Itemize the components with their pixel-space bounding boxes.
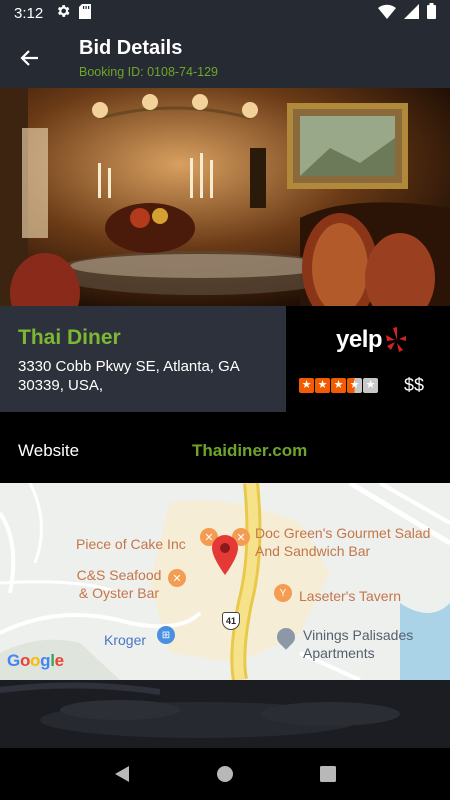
route-shield: 41 bbox=[222, 612, 240, 630]
back-button[interactable] bbox=[14, 42, 46, 74]
wifi-icon bbox=[378, 4, 396, 23]
battery-icon bbox=[427, 3, 436, 23]
selected-location-pin-icon[interactable] bbox=[212, 535, 238, 575]
map-label-piece-of-cake: Piece of Cake Inc bbox=[76, 536, 186, 552]
yelp-wordmark: yelp bbox=[336, 326, 383, 353]
background-photo-strip bbox=[0, 680, 450, 748]
status-bar: 3:12 bbox=[0, 0, 450, 26]
bar-marker-icon[interactable]: Y bbox=[274, 584, 292, 602]
back-arrow-icon bbox=[20, 50, 38, 66]
yelp-star-rating: ★ ★ ★ ★ ★ bbox=[299, 378, 378, 393]
nav-recents-button[interactable] bbox=[313, 759, 343, 789]
sd-card-icon bbox=[79, 3, 92, 23]
square-recents-icon bbox=[320, 766, 337, 782]
map-label-lasters-tavern: Laseter's Tavern bbox=[299, 588, 402, 604]
yelp-logo[interactable]: yelp bbox=[336, 326, 407, 354]
google-logo: Google bbox=[7, 651, 64, 670]
nav-home-button[interactable] bbox=[210, 759, 240, 789]
star-icon: ★ bbox=[299, 378, 314, 393]
map-label-doc-greens: Doc Green's Gourmet Salad And Sandwich B… bbox=[255, 525, 431, 559]
map-label-kroger: Kroger bbox=[104, 632, 147, 648]
location-map[interactable]: ✕ ✕ ✕ Y ⊞ 41 Piece of Cake Inc Doc Green… bbox=[0, 483, 450, 680]
star-icon: ★ bbox=[331, 378, 346, 393]
settings-icon bbox=[55, 3, 71, 23]
website-row: Website Thaidiner.com bbox=[0, 412, 450, 483]
system-navigation-bar bbox=[0, 748, 450, 800]
status-time: 3:12 bbox=[14, 4, 44, 22]
venue-address: 3330 Cobb Pkwy SE, Atlanta, GA 30339, US… bbox=[18, 358, 239, 394]
restaurant-marker-icon[interactable]: ✕ bbox=[168, 569, 186, 587]
page-title: Bid Details bbox=[79, 37, 183, 59]
circle-home-icon bbox=[216, 766, 233, 782]
triangle-back-icon bbox=[114, 766, 129, 782]
shopping-cart-icon[interactable]: ⊞ bbox=[157, 626, 175, 644]
venue-photo bbox=[0, 88, 450, 306]
signal-icon bbox=[404, 3, 419, 23]
empty-star-icon: ★ bbox=[363, 378, 378, 393]
venue-rating-card: yelp ★ ★ ★ ★ ★ $$ bbox=[286, 306, 450, 412]
website-label: Website bbox=[18, 441, 80, 460]
website-link[interactable]: Thaidiner.com bbox=[192, 441, 307, 461]
booking-id: Booking ID: 0108-74-129 bbox=[79, 65, 218, 79]
yelp-burst-icon bbox=[386, 327, 407, 352]
price-level: $$ bbox=[404, 375, 425, 395]
app-bar: Bid Details Booking ID: 0108-74-129 bbox=[0, 26, 450, 88]
nav-back-button[interactable] bbox=[107, 759, 137, 789]
half-star-icon: ★ bbox=[347, 378, 362, 393]
map-label-cs-seafood: C&S Seafood & Oyster Bar bbox=[76, 567, 162, 601]
venue-name: Thai Diner bbox=[18, 326, 121, 349]
venue-info-card: Thai Diner 3330 Cobb Pkwy SE, Atlanta, G… bbox=[0, 306, 286, 412]
map-label-vinings-palisades: Vinings Palisades Apartments bbox=[303, 627, 414, 661]
star-icon: ★ bbox=[315, 378, 330, 393]
